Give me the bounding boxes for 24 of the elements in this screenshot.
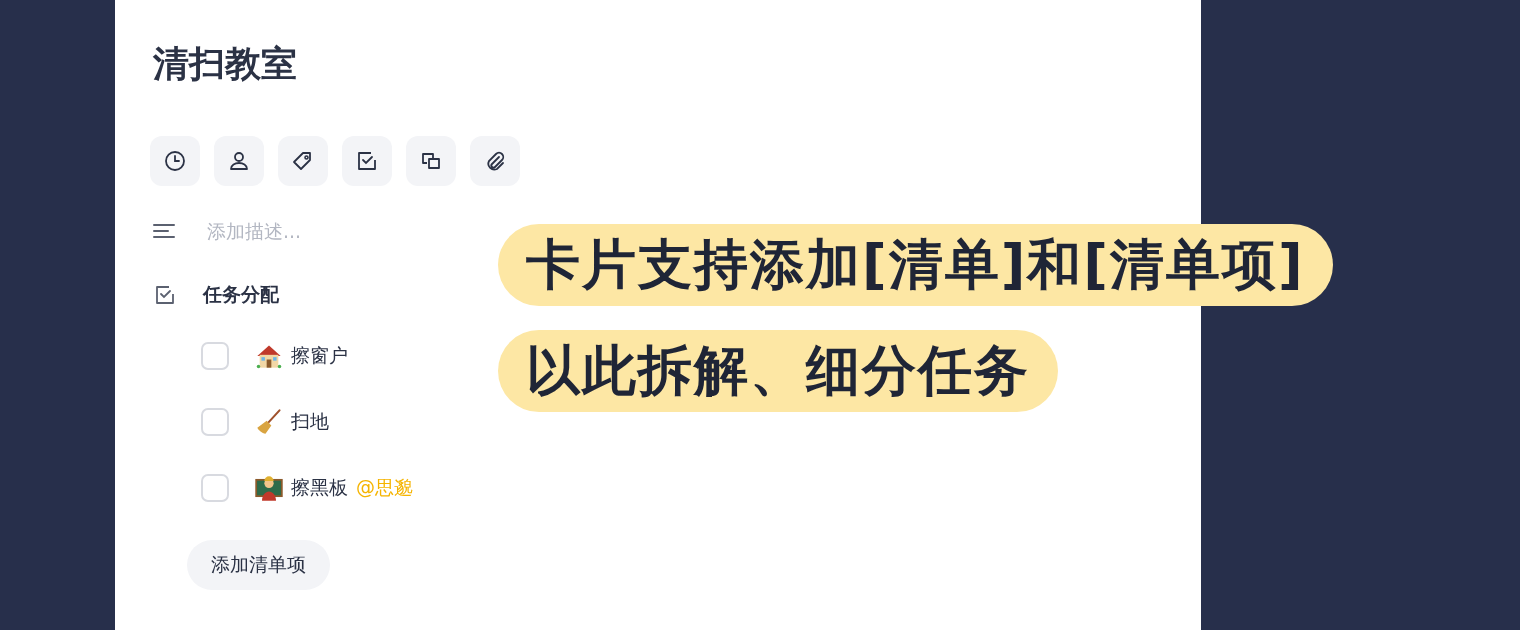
checklist-item-text: 扫地 bbox=[291, 409, 329, 434]
copy-button[interactable] bbox=[406, 136, 456, 186]
checklist-title: 任务分配 bbox=[203, 282, 279, 307]
callout-banner: 以此拆解、细分任务 bbox=[498, 330, 1058, 412]
teacher-icon bbox=[255, 474, 283, 502]
tag-button[interactable] bbox=[278, 136, 328, 186]
checklist-icon bbox=[153, 283, 177, 307]
broom-icon bbox=[255, 408, 283, 436]
paperclip-button[interactable] bbox=[470, 136, 520, 186]
checklist-item-text: 擦黑板 bbox=[291, 475, 348, 500]
add-item-button[interactable]: 添加清单项 bbox=[187, 540, 330, 590]
checkbox[interactable] bbox=[201, 474, 229, 502]
person-button[interactable] bbox=[214, 136, 264, 186]
description-icon bbox=[153, 223, 175, 239]
clock-button[interactable] bbox=[150, 136, 200, 186]
checkbox[interactable] bbox=[201, 342, 229, 370]
checklist-item-text: 擦窗户 bbox=[291, 343, 348, 368]
checkbox[interactable] bbox=[201, 408, 229, 436]
checkbox-icon bbox=[355, 149, 379, 173]
checkbox-button[interactable] bbox=[342, 136, 392, 186]
callout-banner: 卡片支持添加[清单]和[清单项] bbox=[498, 224, 1333, 306]
clock-icon bbox=[163, 149, 187, 173]
card-title: 清扫教室 bbox=[153, 42, 298, 86]
person-icon bbox=[227, 149, 251, 173]
